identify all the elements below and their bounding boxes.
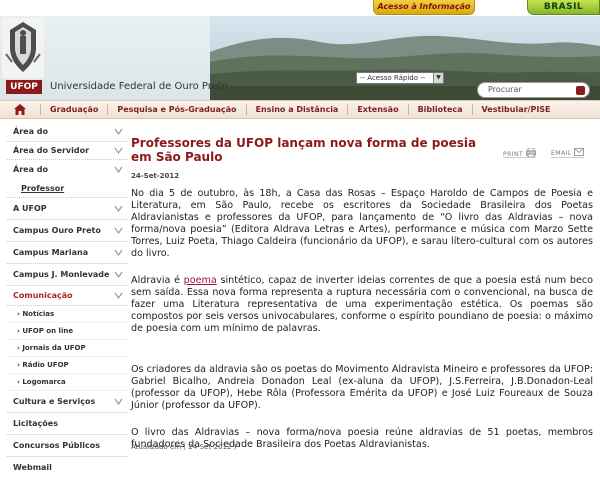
sidebar-item-comunicacao[interactable]: Comunicação (7, 286, 128, 306)
nav-item-ensino-distancia[interactable]: Ensino a Distância (256, 105, 339, 114)
sidebar-item-label: A UFOP (13, 204, 47, 213)
chevron-down-icon: ▼ (433, 73, 443, 83)
sidebar-item-concursos[interactable]: Concursos Públicos (7, 435, 128, 457)
site-header: UFOP Universidade Federal de Ouro Preto … (0, 16, 600, 100)
sidebar-subitem-noticias[interactable]: › Notícias (7, 306, 128, 323)
quick-access-select[interactable]: -- Acesso Rápido -- ▼ (356, 72, 444, 84)
chevron-down-icon (114, 398, 123, 405)
printer-icon (525, 147, 536, 158)
paragraph-text: Aldravia é (131, 275, 184, 286)
search-go-icon[interactable] (576, 86, 585, 95)
envelope-icon (574, 148, 585, 156)
print-label: PRINT (503, 151, 524, 158)
main-nav: Graduação Pesquisa e Pós-Graduação Ensin… (0, 100, 600, 119)
nav-divider (107, 104, 109, 115)
nav-divider (471, 104, 473, 115)
updated-date: Atualizado em ( 24-Set-2012 ) (131, 443, 237, 451)
sidebar-subitem-jornais[interactable]: › Jornais da UFOP (7, 340, 128, 357)
sidebar-item-label: Concursos Públicos (13, 441, 101, 450)
brasil-link[interactable]: BRASIL (527, 0, 600, 15)
sidebar-item-area-servidor[interactable]: Área do Servidor (7, 142, 128, 160)
article-title: Professores da UFOP lançam nova forma de… (131, 136, 477, 164)
article-paragraph: Aldravia é poema sintético, capaz de inv… (131, 275, 593, 335)
sidebar-item-area-professor[interactable]: Área do (7, 160, 128, 180)
chevron-down-icon (114, 249, 123, 256)
sidebar-subitem-label: Logomarca (22, 378, 66, 386)
sidebar-item-label: Cultura e Serviços (13, 397, 96, 406)
nav-divider (347, 104, 349, 115)
sidebar-item-label: Área do (13, 127, 48, 136)
ufop-badge[interactable]: UFOP (6, 80, 42, 94)
sidebar-subitem-label: Notícias (22, 310, 55, 318)
sidebar-subitem-label: UFOP on line (22, 327, 74, 335)
sidebar-item-webmail[interactable]: Webmail (7, 457, 128, 479)
top-strip: Acesso à Informação BRASIL (0, 0, 600, 16)
sidebar-subitem-label: Rádio UFOP (22, 361, 69, 369)
sidebar-item-label: Licitações (13, 419, 58, 428)
sidebar-item-label: Campus Ouro Preto (13, 226, 101, 235)
sidebar-item-campus-monlevade[interactable]: Campus J. Monlevade (7, 264, 128, 286)
chevron-down-icon (114, 205, 123, 212)
sidebar-item-cultura[interactable]: Cultura e Serviços (7, 391, 128, 413)
chevron-down-icon (114, 128, 123, 135)
ufop-crest-logo[interactable] (2, 18, 44, 78)
quick-access-value: -- Acesso Rápido -- (360, 74, 426, 82)
sidebar: Área do Área do Servidor Área do Profess… (7, 122, 128, 483)
sidebar-item-label: Professor (21, 184, 65, 193)
poema-link[interactable]: poema (184, 275, 217, 286)
search-field[interactable]: Procurar (477, 82, 590, 98)
sidebar-item-label: Campus J. Monlevade (13, 270, 110, 279)
sidebar-item-label: Área do (13, 165, 48, 174)
sidebar-item-professor-label[interactable]: Professor (7, 180, 128, 198)
university-name[interactable]: Universidade Federal de Ouro Preto (50, 81, 228, 92)
article-paragraph: Os criadores da aldravia são os poetas d… (131, 364, 593, 411)
sidebar-item-label: Webmail (13, 463, 52, 472)
nav-item-extensao[interactable]: Extensão (357, 105, 398, 114)
sidebar-item-area-aluno[interactable]: Área do (7, 122, 128, 142)
sidebar-subitem-radio[interactable]: › Rádio UFOP (7, 357, 128, 374)
email-label: EMAIL (551, 150, 572, 157)
search-placeholder: Procurar (488, 85, 522, 94)
nav-item-biblioteca[interactable]: Biblioteca (418, 105, 463, 114)
nav-divider (407, 104, 409, 115)
sidebar-subitem-ufop-online[interactable]: › UFOP on line (7, 323, 128, 340)
sidebar-subitem-logomarca[interactable]: › Logomarca (7, 374, 128, 391)
chevron-down-icon (114, 147, 123, 154)
nav-item-vestibular[interactable]: Vestibular/PISE (482, 105, 551, 114)
chevron-down-icon (114, 292, 123, 299)
article-date: 24-Set-2012 (131, 172, 180, 180)
nav-item-pesquisa[interactable]: Pesquisa e Pós-Graduação (117, 105, 236, 114)
sidebar-item-label: Área do Servidor (13, 146, 90, 155)
nav-divider (40, 104, 41, 115)
sidebar-item-campus-ouro-preto[interactable]: Campus Ouro Preto (7, 220, 128, 242)
sidebar-item-label: Campus Mariana (13, 248, 89, 257)
sidebar-item-licitacoes[interactable]: Licitações (7, 413, 128, 435)
chevron-down-icon (114, 166, 123, 174)
sidebar-subitem-label: Jornais da UFOP (22, 344, 86, 352)
article-paragraph: No dia 5 de outubro, às 18h, a Casa das … (131, 188, 593, 259)
sidebar-item-a-ufop[interactable]: A UFOP (7, 198, 128, 220)
chevron-down-icon (114, 227, 123, 234)
crest-icon (2, 18, 44, 78)
sidebar-item-campus-mariana[interactable]: Campus Mariana (7, 242, 128, 264)
email-button[interactable]: EMAIL (551, 148, 585, 158)
sidebar-item-label: Comunicação (13, 291, 73, 300)
nav-item-graduacao[interactable]: Graduação (50, 105, 98, 114)
print-button[interactable]: PRINT (503, 147, 536, 158)
home-icon (14, 104, 26, 115)
nav-divider (245, 104, 247, 115)
chevron-down-icon (114, 271, 123, 278)
home-button[interactable] (0, 100, 40, 119)
acesso-informacao-link[interactable]: Acesso à Informação (373, 0, 475, 15)
